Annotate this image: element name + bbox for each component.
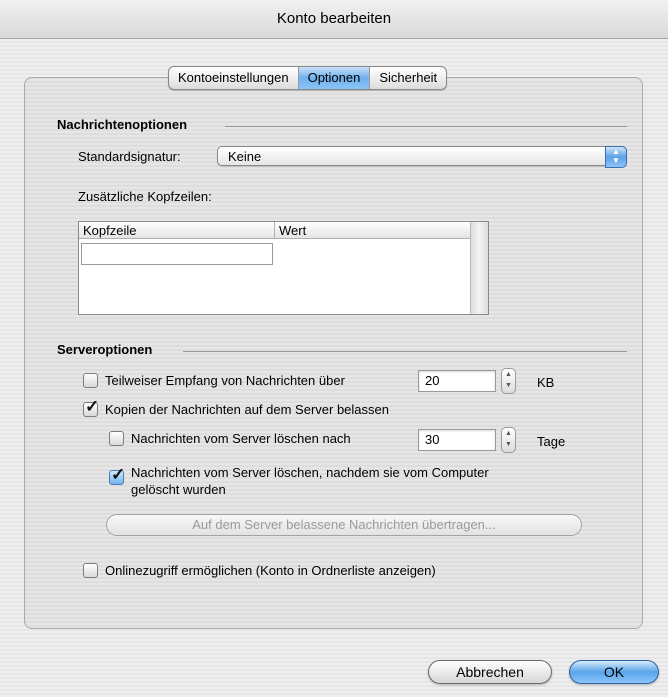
headers-label: Zusätzliche Kopfzeilen:	[78, 189, 212, 204]
tab-sicherheit[interactable]: Sicherheit	[370, 67, 446, 89]
ok-button[interactable]: OK	[569, 660, 659, 684]
signature-value: Keine	[228, 149, 262, 164]
tab-optionen[interactable]: Optionen	[298, 67, 371, 89]
server-options-title: Serveroptionen	[57, 342, 153, 357]
online-access-label: Onlinezugriff ermöglichen (Konto in Ordn…	[105, 563, 436, 578]
partial-receive-stepper[interactable]: ▲ ▼	[501, 368, 516, 394]
partial-receive-unit: KB	[537, 375, 555, 390]
headers-table[interactable]: Kopfzeile Wert	[78, 221, 489, 315]
partial-receive-checkbox[interactable]	[83, 373, 98, 388]
signature-label: Standardsignatur:	[78, 149, 181, 164]
window-title: Konto bearbeiten	[0, 0, 668, 39]
column-header-kopfzeile[interactable]: Kopfzeile	[79, 222, 275, 239]
keep-copies-checkbox[interactable]: ✓	[83, 397, 99, 417]
cancel-button[interactable]: Abbrechen	[428, 660, 552, 684]
partial-receive-size-input[interactable]: 20	[418, 370, 496, 392]
signature-popup[interactable]: Keine ▲ ▼	[217, 146, 627, 168]
delete-after-label: Nachrichten vom Server löschen nach	[131, 431, 351, 446]
checkmark-icon: ✓	[111, 465, 126, 484]
delete-after-checkbox[interactable]	[109, 431, 124, 446]
message-options-title: Nachrichtenoptionen	[57, 117, 188, 132]
column-header-wert[interactable]: Wert	[275, 222, 471, 239]
delete-after-days-input[interactable]: 30	[418, 429, 496, 451]
delete-when-deleted-label-line1: Nachrichten vom Server löschen, nachdem …	[131, 465, 489, 480]
checkmark-icon: ✓	[85, 397, 100, 416]
keep-copies-label: Kopien der Nachrichten auf dem Server be…	[105, 402, 389, 417]
table-scrollbar[interactable]	[470, 222, 488, 314]
section-divider	[183, 351, 627, 352]
popup-arrows-icon: ▲ ▼	[605, 146, 627, 168]
tab-kontoeinstellungen[interactable]: Kontoeinstellungen	[169, 67, 299, 89]
tab-bar: Kontoeinstellungen Optionen Sicherheit	[168, 66, 448, 90]
partial-receive-label: Teilweiser Empfang von Nachrichten über	[105, 373, 345, 388]
delete-after-stepper[interactable]: ▲ ▼	[501, 427, 516, 453]
section-divider	[225, 126, 627, 127]
delete-after-unit: Tage	[537, 434, 566, 449]
transfer-messages-button[interactable]: Auf dem Server belassene Nachrichten übe…	[106, 514, 582, 536]
online-access-checkbox[interactable]	[83, 563, 98, 578]
delete-when-deleted-checkbox[interactable]: ✓	[109, 465, 125, 485]
delete-when-deleted-label-line2: gelöscht wurden	[131, 482, 226, 497]
header-name-input[interactable]	[81, 243, 273, 265]
